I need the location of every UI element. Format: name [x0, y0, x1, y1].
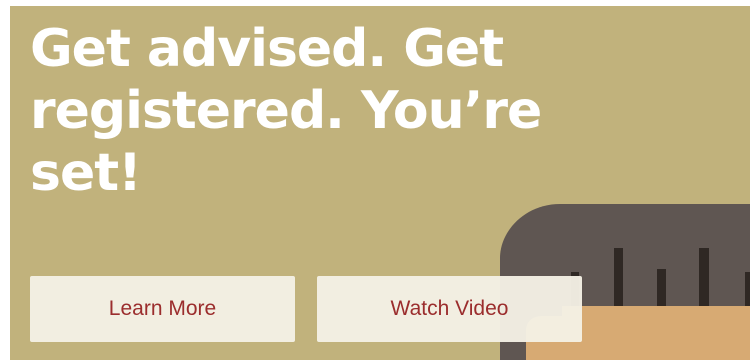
hero-section: Get advised. Get registered. You’re set!… [10, 6, 750, 360]
learn-more-button[interactable]: Learn More [30, 276, 295, 342]
cta-button-row: Learn More Watch Video [30, 276, 590, 342]
watch-video-button[interactable]: Watch Video [317, 276, 582, 342]
page-frame: Get advised. Get registered. You’re set!… [0, 0, 750, 360]
hero-headline: Get advised. Get registered. You’re set! [30, 19, 542, 203]
